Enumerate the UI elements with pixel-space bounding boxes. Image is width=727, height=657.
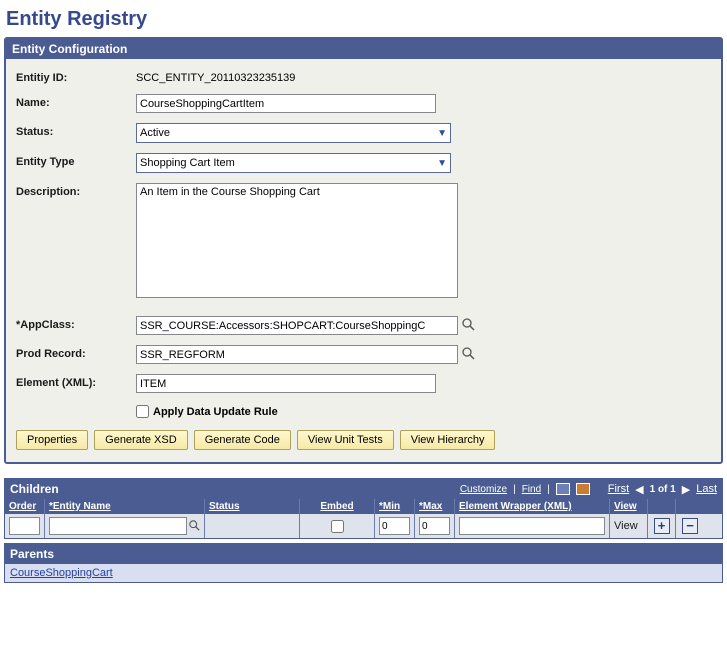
- entity-id-label: Entitiy ID:: [16, 69, 136, 84]
- col-embed[interactable]: Embed: [300, 499, 375, 514]
- prod-record-label: Prod Record:: [16, 345, 136, 360]
- parents-section: Parents CourseShoppingCart: [4, 543, 723, 583]
- description-label: Description:: [16, 183, 136, 198]
- col-element-wrapper[interactable]: Element Wrapper (XML): [455, 499, 610, 514]
- lookup-icon[interactable]: [462, 347, 475, 363]
- add-row-button[interactable]: +: [654, 518, 670, 534]
- entity-configuration-group: Entity Configuration Entitiy ID: SCC_ENT…: [4, 37, 723, 464]
- entity-name-input[interactable]: [49, 517, 187, 535]
- col-remove: [676, 499, 704, 514]
- first-link[interactable]: First: [608, 483, 629, 495]
- entity-type-select-value: Shopping Cart Item: [140, 157, 235, 169]
- entity-type-select[interactable]: Shopping Cart Item ▼: [136, 153, 451, 173]
- appclass-label: *AppClass:: [16, 316, 136, 331]
- chevron-down-icon[interactable]: ▼: [437, 128, 447, 139]
- view-all-icon[interactable]: [556, 483, 570, 495]
- max-input[interactable]: [419, 517, 450, 535]
- children-grid-title: Children: [10, 482, 59, 496]
- entity-type-label: Entity Type: [16, 153, 136, 168]
- name-input[interactable]: [136, 94, 436, 113]
- entity-configuration-header: Entity Configuration: [6, 39, 721, 59]
- col-entity-name[interactable]: *Entity Name: [45, 499, 205, 514]
- last-link[interactable]: Last: [696, 483, 717, 495]
- col-min[interactable]: *Min: [375, 499, 415, 514]
- properties-button[interactable]: Properties: [16, 430, 88, 450]
- status-label: Status:: [16, 123, 136, 138]
- col-view[interactable]: View: [610, 499, 648, 514]
- remove-row-button[interactable]: −: [682, 518, 698, 534]
- col-add: [648, 499, 676, 514]
- next-icon[interactable]: ▶: [682, 483, 690, 496]
- view-unit-tests-button[interactable]: View Unit Tests: [297, 430, 394, 450]
- name-label: Name:: [16, 94, 136, 109]
- entity-id-value: SCC_ENTITY_20110323235139: [136, 69, 295, 84]
- find-link[interactable]: Find: [522, 484, 541, 495]
- prod-record-input[interactable]: [136, 345, 458, 364]
- col-order[interactable]: Order: [5, 499, 45, 514]
- description-textarea[interactable]: [136, 183, 458, 298]
- page-title: Entity Registry: [4, 4, 723, 37]
- view-row-link[interactable]: View: [614, 520, 638, 532]
- wrapper-input[interactable]: [459, 517, 605, 535]
- embed-checkbox[interactable]: [331, 520, 344, 533]
- col-status[interactable]: Status: [205, 499, 300, 514]
- col-max[interactable]: *Max: [415, 499, 455, 514]
- element-xml-label: Element (XML):: [16, 374, 136, 389]
- download-icon[interactable]: [576, 483, 590, 495]
- grid-position: 1 of 1: [650, 484, 676, 495]
- apply-data-update-rule-checkbox[interactable]: [136, 405, 149, 418]
- customize-link[interactable]: Customize: [460, 484, 507, 495]
- appclass-input[interactable]: [136, 316, 458, 335]
- lookup-icon[interactable]: [462, 318, 475, 334]
- generate-code-button[interactable]: Generate Code: [194, 430, 291, 450]
- lookup-icon[interactable]: [189, 520, 200, 534]
- chevron-down-icon[interactable]: ▼: [437, 158, 447, 169]
- element-xml-input[interactable]: [136, 374, 436, 393]
- prev-icon[interactable]: ◀: [635, 483, 643, 496]
- parents-header: Parents: [5, 544, 722, 564]
- order-input[interactable]: [9, 517, 40, 535]
- status-select[interactable]: Active ▼: [136, 123, 451, 143]
- min-input[interactable]: [379, 517, 410, 535]
- apply-data-update-rule-label: Apply Data Update Rule: [153, 406, 278, 418]
- generate-xsd-button[interactable]: Generate XSD: [94, 430, 188, 450]
- children-grid: Children Customize | Find | First ◀ 1 of…: [4, 478, 723, 539]
- status-select-value: Active: [140, 127, 170, 139]
- entity-configuration-body: Entitiy ID: SCC_ENTITY_20110323235139 Na…: [6, 59, 721, 462]
- view-hierarchy-button[interactable]: View Hierarchy: [400, 430, 496, 450]
- parent-link[interactable]: CourseShoppingCart: [10, 567, 113, 579]
- table-row: View + −: [5, 514, 722, 538]
